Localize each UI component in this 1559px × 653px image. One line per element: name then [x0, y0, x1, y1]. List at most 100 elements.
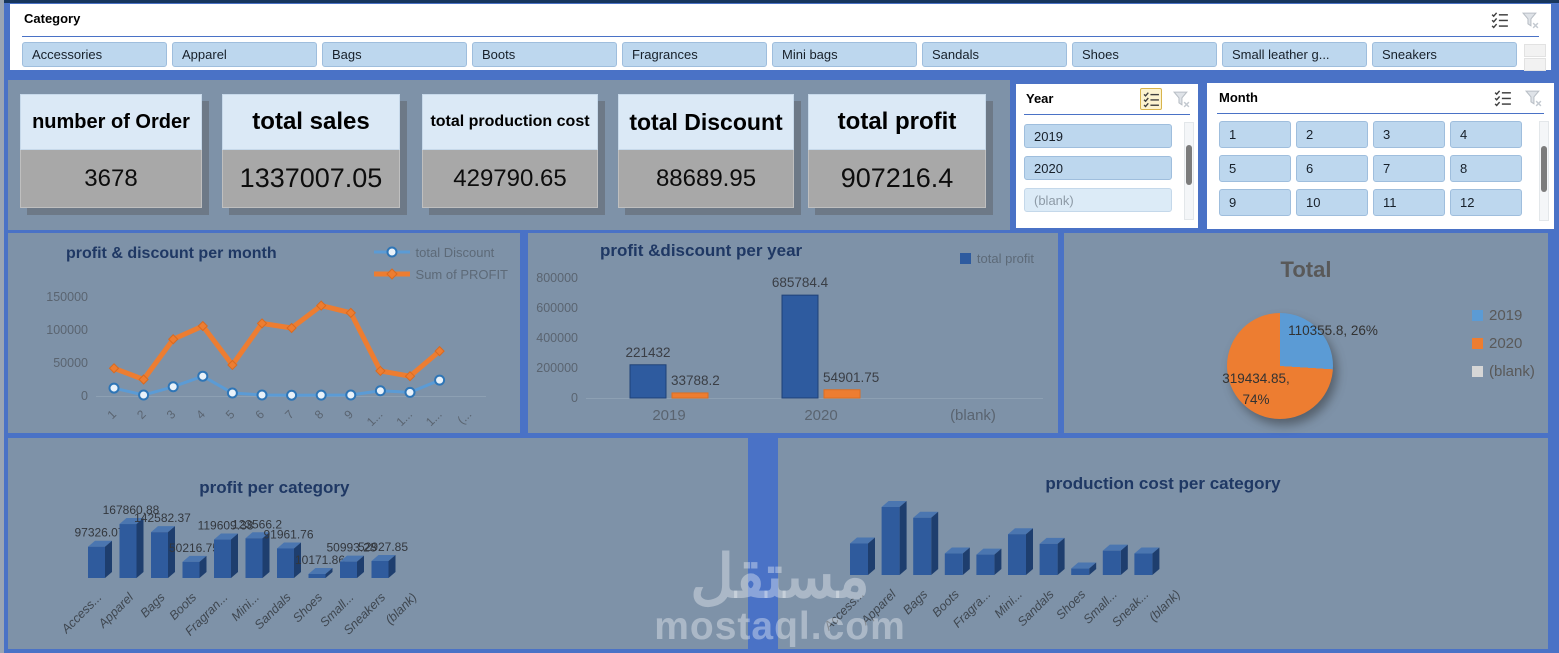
svg-text:6: 6: [252, 407, 267, 422]
svg-text:50216.75: 50216.75: [169, 541, 219, 555]
slicer-item-4[interactable]: 4: [1450, 121, 1522, 148]
slicer-item-sneakers[interactable]: Sneakers: [1372, 42, 1517, 67]
multi-select-icon[interactable]: [1140, 88, 1162, 110]
slicer-item-5[interactable]: 5: [1219, 155, 1291, 182]
scroll-up-button[interactable]: [1524, 44, 1546, 57]
bar-chart-plot: Access...ApparelBagsBootsFragra...Mini..…: [778, 438, 1548, 649]
svg-text:Apparel: Apparel: [858, 586, 900, 628]
svg-text:685784.4: 685784.4: [772, 275, 829, 290]
svg-text:1...: 1...: [393, 407, 415, 429]
month-slicer-items: 123456789101112: [1219, 121, 1522, 216]
svg-text:9: 9: [341, 407, 356, 422]
svg-text:200000: 200000: [536, 361, 578, 375]
slicer-item-2[interactable]: 2: [1296, 121, 1368, 148]
slicer-item-12[interactable]: 12: [1450, 189, 1522, 216]
svg-text:33788.2: 33788.2: [671, 373, 720, 388]
slicer-item-accessories[interactable]: Accessories: [22, 42, 167, 67]
svg-text:Access...: Access...: [58, 590, 104, 636]
year-scrollbar[interactable]: [1184, 122, 1194, 220]
legend-item: 2019: [1472, 301, 1535, 329]
category-slicer-items: AccessoriesApparelBagsBootsFragrancesMin…: [22, 42, 1517, 67]
svg-text:2020: 2020: [804, 407, 837, 424]
svg-text:(blank): (blank): [1146, 587, 1183, 624]
chart-profit-discount-per-month: profit & discount per month total Discou…: [8, 233, 520, 433]
slicer-item-mini-bags[interactable]: Mini bags: [772, 42, 917, 67]
slicer-item-10[interactable]: 10: [1296, 189, 1368, 216]
pie-slice-label-2019: 110355.8, 26%: [1288, 321, 1378, 342]
clear-filter-icon[interactable]: [1519, 9, 1541, 31]
chart-legend: 20192020(blank): [1472, 301, 1535, 385]
month-scrollbar[interactable]: [1539, 121, 1549, 221]
window-top-edge: [0, 0, 1559, 3]
svg-text:10171.86: 10171.86: [295, 553, 345, 567]
line-chart-plot: 0500001000001500001234567891...1...1...(…: [8, 233, 520, 433]
window-left-edge: [0, 0, 4, 653]
legend-item: 2020: [1472, 329, 1535, 357]
svg-text:1: 1: [104, 407, 119, 422]
kpi-panel: number of Order 3678 total sales 1337007…: [8, 80, 1010, 230]
kpi-card-total-sales: total sales 1337007.05: [222, 94, 400, 208]
slicer-item-9[interactable]: 9: [1219, 189, 1291, 216]
slicer-item-1[interactable]: 1: [1219, 121, 1291, 148]
kpi-card-total-profit: total profit 907216.4: [808, 94, 986, 208]
multi-select-icon[interactable]: [1492, 87, 1514, 109]
divider: [1024, 114, 1190, 115]
pie-slice-label-2020: 319434.85, 74%: [1214, 369, 1298, 411]
clear-filter-icon[interactable]: [1522, 87, 1544, 109]
svg-text:(blank): (blank): [950, 407, 996, 424]
divider: [1217, 113, 1544, 114]
chart-total-pie: Total 110355.8, 26% 319434.85, 74% 20192…: [1064, 233, 1548, 433]
slicer-item-3[interactable]: 3: [1373, 121, 1445, 148]
slicer-item-7[interactable]: 7: [1373, 155, 1445, 182]
svg-text:97326.07: 97326.07: [74, 526, 124, 540]
svg-text:50000: 50000: [53, 356, 88, 370]
slicer-item-small-leather-g[interactable]: Small leather g...: [1222, 42, 1367, 67]
bar-chart-plot: 020000040000060000080000020192020(blank)…: [528, 233, 1058, 433]
kpi-value: 429790.65: [422, 150, 598, 208]
scroll-down-button[interactable]: [1524, 58, 1546, 71]
svg-text:5: 5: [223, 407, 238, 422]
slicer-item-shoes[interactable]: Shoes: [1072, 42, 1217, 67]
scrollbar-thumb[interactable]: [1186, 145, 1192, 185]
multi-select-icon[interactable]: [1489, 9, 1511, 31]
chart-profit-discount-per-year: profit &discount per year total profit 0…: [528, 233, 1058, 433]
month-slicer-title: Month: [1219, 90, 1258, 105]
svg-text:2: 2: [134, 407, 149, 422]
svg-text:142582.37: 142582.37: [134, 511, 191, 525]
slicer-item-blank[interactable]: (blank): [1024, 188, 1172, 212]
legend-square-marker-icon: [1472, 338, 1483, 349]
legend-square-marker-icon: [1472, 366, 1483, 377]
chart-profit-per-category: profit per category Access...97326.07App…: [8, 438, 748, 649]
legend-label: 2019: [1489, 307, 1522, 324]
svg-text:52927.85: 52927.85: [358, 540, 408, 554]
slicer-item-bags[interactable]: Bags: [322, 42, 467, 67]
svg-text:0: 0: [81, 389, 88, 403]
slicer-item-fragrances[interactable]: Fragrances: [622, 42, 767, 67]
svg-text:600000: 600000: [536, 301, 578, 315]
slicer-item-2019[interactable]: 2019: [1024, 124, 1172, 148]
svg-text:54901.75: 54901.75: [823, 370, 879, 385]
slicer-item-sandals[interactable]: Sandals: [922, 42, 1067, 67]
slicer-item-2020[interactable]: 2020: [1024, 156, 1172, 180]
chart-production-cost-per-category: production cost per category Access...Ap…: [778, 438, 1548, 649]
category-slicer-title: Category: [24, 11, 80, 26]
year-slicer-items: 2019 2020 (blank): [1024, 124, 1172, 212]
kpi-value: 3678: [20, 150, 202, 208]
slicer-item-boots[interactable]: Boots: [472, 42, 617, 67]
svg-text:(...: (...: [455, 407, 475, 427]
scrollbar-thumb[interactable]: [1541, 146, 1547, 192]
kpi-value: 907216.4: [808, 150, 986, 208]
slicer-item-6[interactable]: 6: [1296, 155, 1368, 182]
svg-text:4: 4: [193, 407, 208, 422]
slicer-item-8[interactable]: 8: [1450, 155, 1522, 182]
svg-text:7: 7: [282, 407, 297, 422]
slicer-item-11[interactable]: 11: [1373, 189, 1445, 216]
svg-text:800000: 800000: [536, 271, 578, 285]
svg-text:0: 0: [571, 391, 578, 405]
svg-text:3: 3: [164, 407, 179, 422]
slicer-item-apparel[interactable]: Apparel: [172, 42, 317, 67]
legend-square-marker-icon: [1472, 310, 1483, 321]
kpi-label: total profit: [808, 94, 986, 150]
clear-filter-icon[interactable]: [1170, 88, 1192, 110]
kpi-label: total production cost: [422, 94, 598, 150]
